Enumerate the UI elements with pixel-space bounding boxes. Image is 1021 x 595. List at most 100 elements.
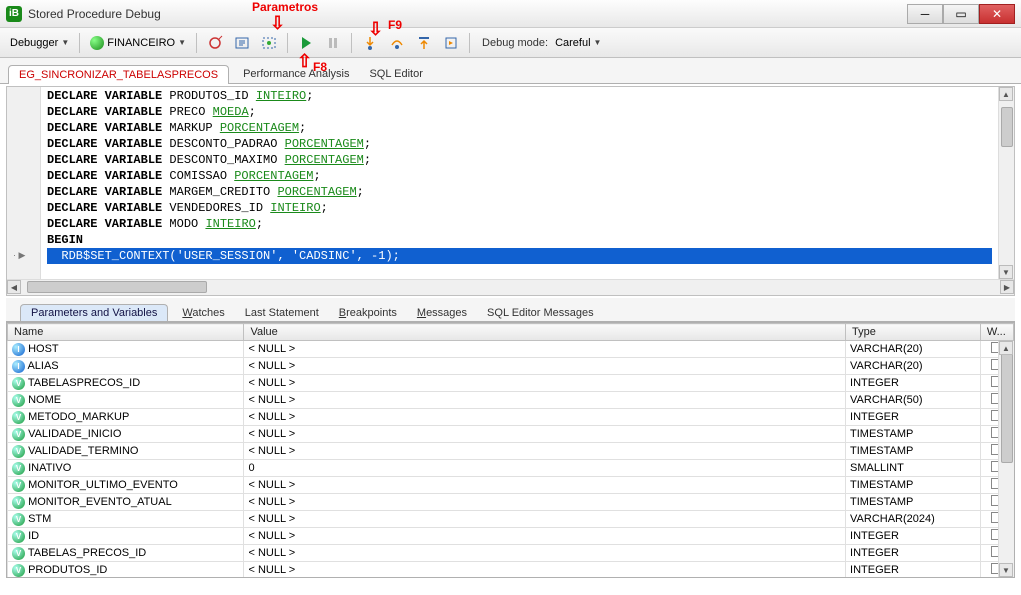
table-row[interactable]: V MONITOR_ULTIMO_EVENTO< NULL >TIMESTAMP: [8, 477, 1014, 494]
variable-value[interactable]: < NULL >: [244, 443, 846, 460]
tab-sql-editor[interactable]: SQL Editor: [359, 65, 432, 83]
variable-value[interactable]: < NULL >: [244, 562, 846, 579]
step-over-button[interactable]: [385, 32, 409, 54]
variable-type: INTEGER: [846, 409, 981, 426]
variable-value[interactable]: < NULL >: [244, 511, 846, 528]
scroll-down-icon[interactable]: ▼: [999, 265, 1013, 279]
close-button[interactable]: ✕: [979, 4, 1015, 24]
variable-type: SMALLINT: [846, 460, 981, 477]
trace-into-button[interactable]: [230, 32, 254, 54]
variable-icon: V: [12, 428, 25, 441]
run-button[interactable]: [294, 32, 318, 54]
editor-horizontal-scrollbar[interactable]: ◀ ▶: [7, 279, 1014, 295]
code-line[interactable]: DECLARE VARIABLE MARGEM_CREDITO PORCENTA…: [47, 184, 992, 200]
minimize-button[interactable]: ─: [907, 4, 943, 24]
code-line[interactable]: DECLARE VARIABLE VENDEDORES_ID INTEIRO;: [47, 200, 992, 216]
tab-breakpoints[interactable]: Breakpoints: [329, 305, 407, 321]
editor-vertical-scrollbar[interactable]: ▲ ▼: [998, 87, 1014, 279]
debug-mode-value: Careful: [555, 37, 590, 49]
table-row[interactable]: V METODO_MARKUP< NULL >INTEGER: [8, 409, 1014, 426]
col-header-watch[interactable]: W...: [980, 324, 1013, 341]
pause-button[interactable]: [321, 32, 345, 54]
tab-performance-analysis[interactable]: Performance Analysis: [233, 65, 359, 83]
debug-mode-selector[interactable]: Careful ▼: [551, 32, 605, 54]
titlebar: iB Stored Procedure Debug ─ ▭ ✕: [0, 0, 1021, 28]
tab-sql-editor-messages[interactable]: SQL Editor Messages: [477, 305, 604, 321]
editor-tabs: EG_SINCRONIZAR_TABELASPRECOS Performance…: [0, 58, 1021, 84]
tab-procedure[interactable]: EG_SINCRONIZAR_TABELASPRECOS: [8, 65, 229, 84]
scroll-left-icon[interactable]: ◀: [7, 280, 21, 294]
code-line[interactable]: BEGIN: [47, 232, 992, 248]
code-line[interactable]: DECLARE VARIABLE COMISSAO PORCENTAGEM;: [47, 168, 992, 184]
database-icon: [90, 36, 104, 50]
variable-value[interactable]: < NULL >: [244, 477, 846, 494]
variable-icon: V: [12, 394, 25, 407]
variable-value[interactable]: 0: [244, 460, 846, 477]
table-row[interactable]: V STM< NULL >VARCHAR(2024): [8, 511, 1014, 528]
scrollbar-thumb[interactable]: [1001, 343, 1013, 463]
scroll-up-icon[interactable]: ▲: [999, 341, 1013, 355]
code-line[interactable]: DECLARE VARIABLE DESCONTO_MAXIMO PORCENT…: [47, 152, 992, 168]
parameters-button[interactable]: [257, 32, 281, 54]
code-line[interactable]: DECLARE VARIABLE DESCONTO_PADRAO PORCENT…: [47, 136, 992, 152]
table-row[interactable]: V PRODUTOS_ID< NULL >INTEGER: [8, 562, 1014, 579]
table-row[interactable]: V VALIDADE_INICIO< NULL >TIMESTAMP: [8, 426, 1014, 443]
variable-icon: V: [12, 496, 25, 509]
code-line[interactable]: DECLARE VARIABLE MODO INTEIRO;: [47, 216, 992, 232]
scroll-right-icon[interactable]: ▶: [1000, 280, 1014, 294]
caret-down-icon: ▼: [594, 38, 602, 47]
variable-name: STM: [28, 513, 51, 525]
variable-value[interactable]: < NULL >: [244, 375, 846, 392]
variable-value[interactable]: < NULL >: [244, 358, 846, 375]
scrollbar-thumb[interactable]: [1001, 107, 1013, 147]
scrollbar-thumb[interactable]: [27, 281, 207, 293]
table-row[interactable]: V VALIDADE_TERMINO< NULL >TIMESTAMP: [8, 443, 1014, 460]
code-line[interactable]: DECLARE VARIABLE MARKUP PORCENTAGEM;: [47, 120, 992, 136]
step-into-button[interactable]: [358, 32, 382, 54]
database-selector[interactable]: FINANCEIRO ▼: [86, 32, 190, 54]
table-row[interactable]: I HOST< NULL >VARCHAR(20): [8, 341, 1014, 358]
code-area[interactable]: DECLARE VARIABLE PRODUTOS_ID INTEIRO;DEC…: [41, 87, 998, 279]
scroll-down-icon[interactable]: ▼: [999, 563, 1013, 577]
tab-messages[interactable]: Messages: [407, 305, 477, 321]
scroll-up-icon[interactable]: ▲: [999, 87, 1013, 101]
variable-name: NOME: [28, 394, 61, 406]
variable-icon: V: [12, 411, 25, 424]
table-row[interactable]: V ID< NULL >INTEGER: [8, 528, 1014, 545]
variable-value[interactable]: < NULL >: [244, 392, 846, 409]
grid-vertical-scrollbar[interactable]: ▲ ▼: [998, 341, 1014, 577]
step-out-button[interactable]: [412, 32, 436, 54]
variable-value[interactable]: < NULL >: [244, 545, 846, 562]
maximize-button[interactable]: ▭: [943, 4, 979, 24]
variable-value[interactable]: < NULL >: [244, 409, 846, 426]
variables-grid-wrap: Name Value Type W... I HOST< NULL >VARCH…: [6, 322, 1015, 578]
tab-parameters-variables[interactable]: Parameters and Variables: [20, 304, 168, 321]
variables-grid[interactable]: Name Value Type W... I HOST< NULL >VARCH…: [7, 323, 1014, 578]
variable-type: VARCHAR(50): [846, 392, 981, 409]
variable-value[interactable]: < NULL >: [244, 341, 846, 358]
debugger-menu-label: Debugger: [10, 37, 58, 49]
table-row[interactable]: V INATIVO0SMALLINT: [8, 460, 1014, 477]
variable-value[interactable]: < NULL >: [244, 426, 846, 443]
table-row[interactable]: I ALIAS< NULL >VARCHAR(20): [8, 358, 1014, 375]
variable-value[interactable]: < NULL >: [244, 494, 846, 511]
compile-button[interactable]: [203, 32, 227, 54]
code-line[interactable]: DECLARE VARIABLE PRODUTOS_ID INTEIRO;: [47, 88, 992, 104]
col-header-value[interactable]: Value: [244, 324, 846, 341]
col-header-type[interactable]: Type: [846, 324, 981, 341]
code-line-current[interactable]: RDB$SET_CONTEXT('USER_SESSION', 'CADSINC…: [47, 248, 992, 264]
table-row[interactable]: V NOME < NULL >VARCHAR(50): [8, 392, 1014, 409]
code-editor[interactable]: · ▶ DECLARE VARIABLE PRODUTOS_ID INTEIRO…: [6, 86, 1015, 296]
variable-name: VALIDADE_TERMINO: [28, 445, 138, 457]
variable-icon: V: [12, 377, 25, 390]
tab-watches[interactable]: Watches: [172, 305, 234, 321]
table-row[interactable]: V MONITOR_EVENTO_ATUAL< NULL >TIMESTAMP: [8, 494, 1014, 511]
debugger-menu[interactable]: Debugger ▼: [6, 32, 73, 54]
code-line[interactable]: DECLARE VARIABLE PRECO MOEDA;: [47, 104, 992, 120]
run-to-cursor-button[interactable]: [439, 32, 463, 54]
table-row[interactable]: V TABELAS_PRECOS_ID< NULL >INTEGER: [8, 545, 1014, 562]
variable-value[interactable]: < NULL >: [244, 528, 846, 545]
col-header-name[interactable]: Name: [8, 324, 244, 341]
table-row[interactable]: V TABELASPRECOS_ID< NULL >INTEGER: [8, 375, 1014, 392]
tab-last-statement[interactable]: Last Statement: [235, 305, 329, 321]
